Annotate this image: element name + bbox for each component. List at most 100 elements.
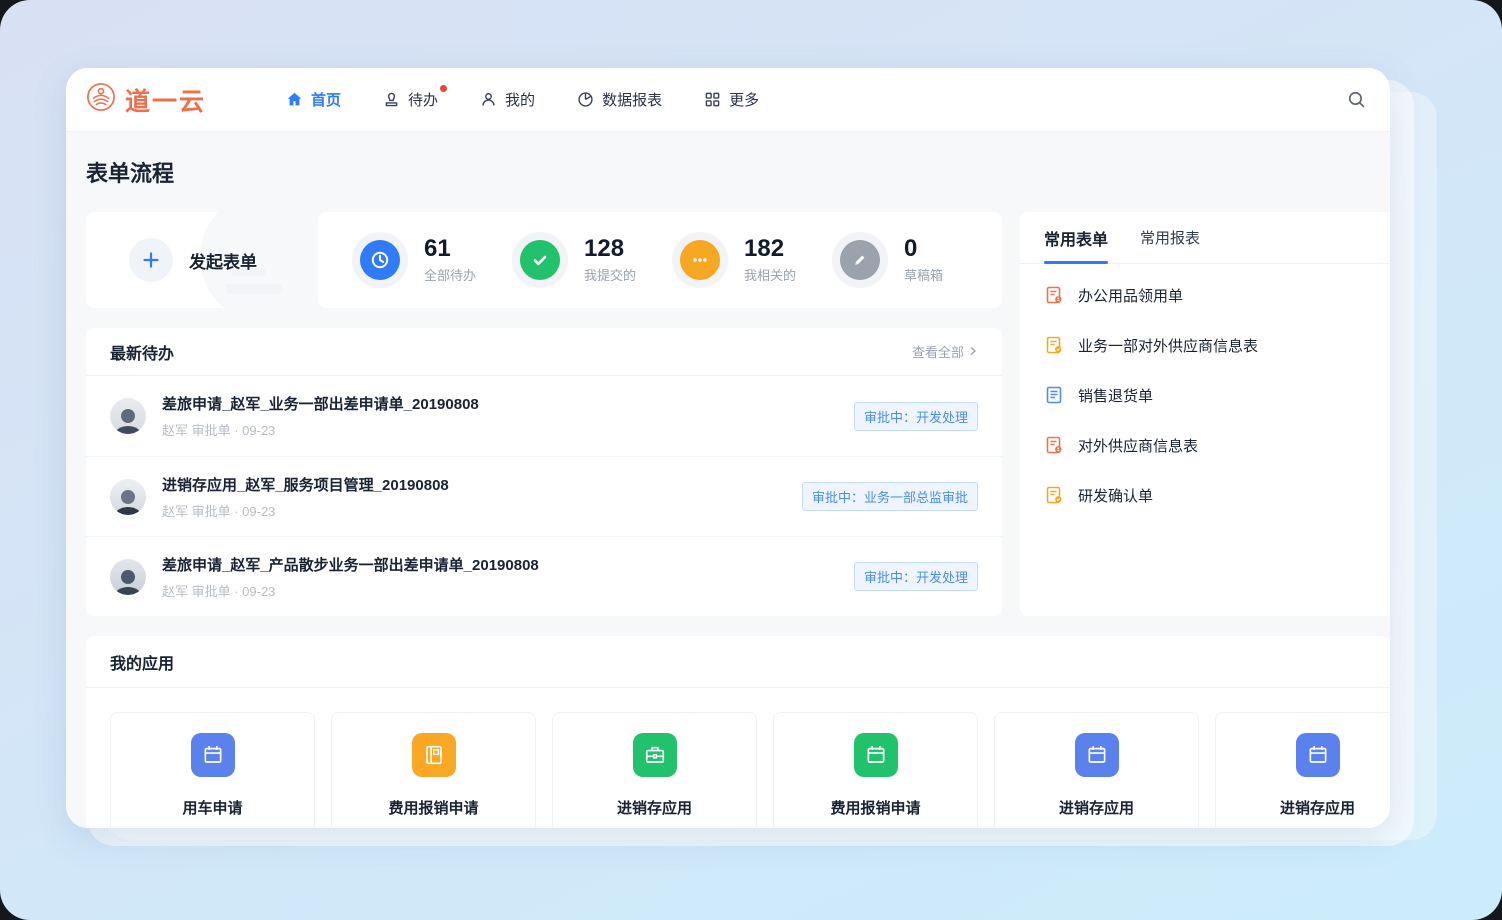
app-label: 进销存应用 <box>1280 797 1355 818</box>
todo-list-item[interactable]: 差旅申请_赵军_业务一部出差申请单_20190808 赵军 审批单 · 09-2… <box>86 376 1002 456</box>
sidebar-form-item[interactable]: 业务一部对外供应商信息表 <box>1044 320 1366 370</box>
stat-submitted[interactable]: 128 我提交的 <box>512 232 672 288</box>
person-icon <box>480 91 497 108</box>
latest-todo-card: 最新待办 查看全部 <box>86 328 1002 616</box>
app-count: 共7张表单 <box>1067 827 1126 828</box>
app-card[interactable]: 费用报销申请 共7张表单 <box>331 712 536 828</box>
nav-menu: 首页 待办 <box>286 89 759 110</box>
app-card[interactable]: 进销存应用 共7张表单 <box>1215 712 1390 828</box>
pencil-icon <box>832 232 888 288</box>
todo-item-title: 进销存应用_赵军_服务项目管理_20190808 <box>162 474 449 495</box>
nav-item-more[interactable]: 更多 <box>704 89 759 110</box>
app-label: 费用报销申请 <box>830 797 920 818</box>
calendar-icon <box>1296 733 1340 777</box>
screen-background: 道一云 首页 待办 <box>0 0 1502 920</box>
stat-related[interactable]: 182 我相关的 <box>672 232 832 288</box>
status-badge: 审批中：开发处理 <box>854 562 978 591</box>
sidebar-item-label: 对外供应商信息表 <box>1078 435 1198 456</box>
notification-dot <box>440 85 447 92</box>
document-check-icon <box>1044 335 1064 355</box>
app-card[interactable]: 进销存应用 共7张表单 <box>552 712 757 828</box>
calendar-icon <box>1075 733 1119 777</box>
sidebar-item-label: 办公用品领用单 <box>1078 285 1183 306</box>
clock-icon <box>352 232 408 288</box>
view-all-link[interactable]: 查看全部 <box>912 342 978 361</box>
sidebar-item-label: 研发确认单 <box>1078 485 1153 506</box>
stat-value: 0 <box>904 236 943 262</box>
nav-item-reports[interactable]: 数据报表 <box>577 89 662 110</box>
stat-label: 我提交的 <box>584 265 636 284</box>
plus-icon <box>129 238 173 282</box>
todo-section-title: 最新待办 <box>110 340 174 364</box>
app-label: 进销存应用 <box>1059 797 1134 818</box>
todo-list-item[interactable]: 进销存应用_赵军_服务项目管理_20190808 赵军 审批单 · 09-23 … <box>86 456 1002 536</box>
todo-item-title: 差旅申请_赵军_业务一部出差申请单_20190808 <box>162 393 479 414</box>
frequent-forms-card: 常用表单 常用报表 办公用品领用单 <box>1020 212 1390 616</box>
document-person-icon <box>1044 435 1064 455</box>
sidebar-form-item[interactable]: 对外供应商信息表 <box>1044 420 1366 470</box>
main-window: 道一云 首页 待办 <box>66 68 1390 828</box>
stat-all-pending[interactable]: 61 全部待办 <box>352 232 512 288</box>
brand-name: 道一云 <box>125 82 206 118</box>
stat-value: 128 <box>584 236 636 262</box>
app-card[interactable]: 费用报销申请 共7张表单 <box>773 712 978 828</box>
briefcase-icon <box>633 733 677 777</box>
sidebar-tabs: 常用表单 常用报表 <box>1020 212 1390 264</box>
sidebar-form-item[interactable]: 办公用品领用单 <box>1044 270 1366 320</box>
app-count: 共7张表单 <box>183 827 242 828</box>
document-person-icon <box>1044 285 1064 305</box>
sidebar-form-item[interactable]: 销售退货单 <box>1044 370 1366 420</box>
check-icon <box>512 232 568 288</box>
search-icon[interactable] <box>1347 90 1366 109</box>
app-label: 进销存应用 <box>617 797 692 818</box>
todo-list-item[interactable]: 差旅申请_赵军_产品散步业务一部出差申请单_20190808 赵军 审批单 · … <box>86 536 1002 616</box>
app-card[interactable]: 用车申请 共7张表单 <box>110 712 315 828</box>
nav-item-home[interactable]: 首页 <box>286 89 341 110</box>
create-form-button[interactable]: 发起表单 <box>86 212 300 308</box>
brand-logo[interactable]: 道一云 <box>86 82 206 118</box>
avatar <box>110 479 146 515</box>
brand-logo-icon <box>86 82 116 117</box>
stat-drafts[interactable]: 0 草稿箱 <box>832 232 992 288</box>
my-apps-card: 我的应用 用车申请 共7张表单 <box>86 636 1390 828</box>
stats-card: 61 全部待办 <box>318 212 1002 308</box>
app-count: 共7张表单 <box>1288 827 1347 828</box>
nav-item-todo[interactable]: 待办 <box>383 89 438 110</box>
stat-label: 我相关的 <box>744 265 796 284</box>
nav-item-label: 待办 <box>408 89 438 110</box>
app-card[interactable]: 进销存应用 共7张表单 <box>994 712 1199 828</box>
stamp-icon <box>383 91 400 108</box>
nav-item-label: 我的 <box>505 89 535 110</box>
grid-icon <box>704 91 721 108</box>
status-badge: 审批中：业务一部总监审批 <box>802 482 978 511</box>
page-title: 表单流程 <box>86 132 1390 212</box>
nav-item-label: 数据报表 <box>602 89 662 110</box>
todo-item-meta: 赵军 审批单 · 09-23 <box>162 501 449 520</box>
ellipsis-icon <box>672 232 728 288</box>
stat-label: 草稿箱 <box>904 265 943 284</box>
avatar <box>110 398 146 434</box>
top-navbar: 道一云 首页 待办 <box>66 68 1390 132</box>
sidebar-item-label: 销售退货单 <box>1078 385 1153 406</box>
chevron-right-icon <box>968 344 978 359</box>
todo-item-meta: 赵军 审批单 · 09-23 <box>162 581 539 600</box>
create-form-label: 发起表单 <box>189 248 257 273</box>
avatar <box>110 559 146 595</box>
todo-item-meta: 赵军 审批单 · 09-23 <box>162 420 479 439</box>
page-content: 表单流程 发起表单 <box>66 132 1390 828</box>
app-count: 共7张表单 <box>625 827 684 828</box>
tab-frequent-forms[interactable]: 常用表单 <box>1044 212 1108 263</box>
sidebar-form-item[interactable]: 研发确认单 <box>1044 470 1366 520</box>
apps-row: 用车申请 共7张表单 费用报销申请 共7张表单 <box>86 688 1390 828</box>
todo-item-title: 差旅申请_赵军_产品散步业务一部出差申请单_20190808 <box>162 554 539 575</box>
stat-label: 全部待办 <box>424 265 476 284</box>
tab-frequent-reports[interactable]: 常用报表 <box>1140 212 1200 263</box>
document-icon <box>1044 385 1064 405</box>
app-label: 费用报销申请 <box>388 797 478 818</box>
sidebar-item-label: 业务一部对外供应商信息表 <box>1078 335 1258 356</box>
stat-value: 182 <box>744 236 796 262</box>
nav-item-label: 首页 <box>311 89 341 110</box>
nav-item-mine[interactable]: 我的 <box>480 89 535 110</box>
stat-value: 61 <box>424 236 476 262</box>
nav-item-label: 更多 <box>729 89 759 110</box>
